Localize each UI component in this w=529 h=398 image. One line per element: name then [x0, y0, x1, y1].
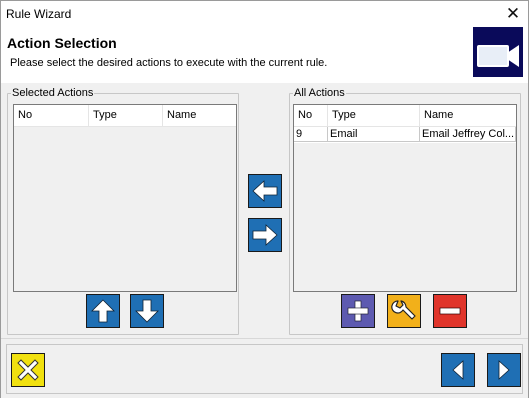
close-icon: ✕ — [505, 4, 521, 23]
selected-actions-legend: Selected Actions — [12, 87, 94, 99]
all-actions-legend: All Actions — [294, 87, 345, 99]
remove-action-button[interactable] — [433, 294, 467, 328]
selected-actions-grid[interactable]: No Type Name — [13, 104, 237, 292]
minus-icon — [439, 307, 461, 315]
arrow-left-icon — [252, 180, 278, 202]
cell-type: Email — [328, 127, 420, 142]
title-bar: Rule Wizard ✕ — [1, 1, 528, 27]
triangle-right-icon — [498, 360, 510, 380]
arrow-up-icon — [91, 299, 115, 323]
move-down-button[interactable] — [130, 294, 164, 328]
window-title: Rule Wizard — [6, 7, 72, 21]
arrow-down-icon — [135, 299, 159, 323]
x-icon — [17, 359, 39, 381]
table-row[interactable]: 9 Email Email Jeffrey Col... — [294, 127, 516, 143]
column-header-name[interactable]: Name — [163, 105, 236, 126]
move-right-button[interactable] — [248, 218, 282, 252]
next-button[interactable] — [487, 353, 521, 387]
column-header-no[interactable]: No — [14, 105, 89, 126]
all-actions-grid[interactable]: No Type Name 9 Email Email Jeffrey Col..… — [293, 104, 517, 292]
rule-wizard-window: Rule Wizard ✕ Action Selection Please se… — [0, 0, 529, 398]
column-header-no[interactable]: No — [294, 105, 328, 126]
wizard-footer — [1, 338, 528, 398]
column-header-name[interactable]: Name — [420, 105, 516, 126]
arrow-right-icon — [252, 224, 278, 246]
cancel-button[interactable] — [11, 353, 45, 387]
close-button[interactable]: ✕ — [502, 4, 524, 24]
edit-action-button[interactable] — [387, 294, 421, 328]
all-actions-grid-header: No Type Name — [294, 105, 516, 127]
back-button[interactable] — [441, 353, 475, 387]
cell-no: 9 — [294, 127, 328, 142]
triangle-left-icon — [452, 360, 464, 380]
move-up-button[interactable] — [86, 294, 120, 328]
page-title: Action Selection — [7, 35, 117, 51]
column-header-type[interactable]: Type — [89, 105, 163, 126]
selected-actions-grid-header: No Type Name — [14, 105, 236, 127]
wizard-header: Action Selection Please select the desir… — [1, 27, 528, 83]
camera-icon — [473, 27, 523, 77]
column-header-type[interactable]: Type — [328, 105, 420, 126]
content-area: Selected Actions No Type Name All Action… — [1, 83, 528, 338]
cell-name: Email Jeffrey Col... — [420, 127, 516, 142]
plus-icon — [347, 300, 369, 322]
move-left-button[interactable] — [248, 174, 282, 208]
add-action-button[interactable] — [341, 294, 375, 328]
wrench-icon — [391, 300, 416, 320]
page-subtitle: Please select the desired actions to exe… — [10, 57, 328, 69]
